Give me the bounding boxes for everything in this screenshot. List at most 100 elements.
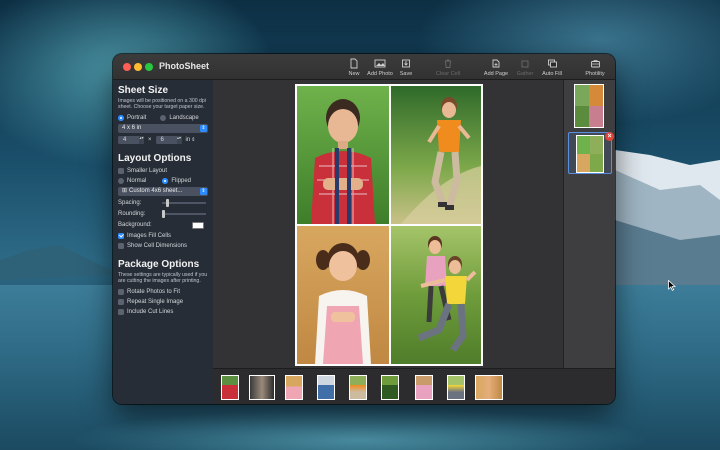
sheet-size-description: Images will be positioned on a 300 dpi s…	[118, 98, 206, 111]
layout-options-heading: Layout Options	[118, 152, 192, 164]
photo-sheet	[295, 84, 483, 366]
background-glow	[0, 400, 720, 450]
grid-icon: ⊞	[122, 187, 128, 194]
tray-photo-1[interactable]	[221, 375, 239, 400]
mouse-pointer-icon	[668, 280, 676, 291]
package-options-description: These settings are typically used if you…	[118, 271, 208, 285]
background-row: Background:	[118, 220, 208, 231]
mini-photo	[575, 106, 589, 127]
smaller-layout-checkbox[interactable]	[118, 167, 124, 174]
add-page-button[interactable]: Add Page	[483, 58, 509, 78]
tray-photo-8[interactable]	[447, 375, 465, 400]
close-window-button[interactable]	[123, 63, 131, 71]
sheet-cell-1[interactable]	[297, 86, 389, 224]
cut-lines-row: Include Cut Lines	[118, 307, 208, 317]
sheet-cell-4[interactable]	[391, 226, 481, 364]
rotate-row: Rotate Photos to Fit	[118, 287, 208, 297]
photo-kids-playing	[391, 226, 481, 364]
add-photo-button[interactable]: Add Photo	[365, 58, 395, 78]
photo-boy-arms-crossed	[297, 86, 389, 224]
tray-photo-3[interactable]	[285, 375, 303, 400]
flipped-radio[interactable]	[162, 177, 169, 184]
tray-photo-9[interactable]	[475, 375, 503, 400]
landscape-label: Landscape	[169, 114, 199, 121]
mini-photo	[590, 154, 603, 172]
rotate-photos-checkbox[interactable]	[118, 288, 124, 295]
package-options-heading: Package Options	[118, 258, 200, 270]
stepper-arrows-icon[interactable]: ▴▾	[139, 136, 144, 145]
app-title: PhotoSheet	[159, 61, 210, 71]
landscape-radio[interactable]	[160, 114, 167, 121]
spacing-row: Spacing:	[118, 198, 208, 209]
tray-photo-2[interactable]	[249, 375, 275, 400]
orientation-row: Portrait Landscape	[118, 113, 208, 123]
spacing-slider[interactable]	[162, 199, 206, 208]
height-stepper[interactable]: 6 ▴▾	[155, 136, 182, 145]
new-button[interactable]: New	[345, 58, 363, 78]
gather-icon	[521, 60, 529, 68]
normal-radio[interactable]	[118, 177, 124, 184]
portrait-label: Portrait	[127, 114, 147, 121]
unit-chevron-icon: ⇕	[191, 137, 196, 144]
mini-photo	[590, 136, 603, 154]
sheet-cell-2[interactable]	[391, 86, 481, 224]
sheet-thumbnail-2[interactable]	[576, 135, 604, 173]
portrait-radio[interactable]	[118, 114, 124, 121]
smaller-layout-row: Smaller Layout	[118, 166, 208, 176]
mini-photo	[589, 85, 603, 106]
sheet-cell-3[interactable]	[297, 226, 389, 364]
save-icon	[402, 59, 410, 68]
photo-girl-pigtails	[297, 226, 389, 364]
auto-fill-icon	[547, 59, 557, 68]
photo-boy-running	[391, 86, 481, 224]
layout-preset-select[interactable]: ⊞ Custom 4x6 sheet... ⇕	[118, 186, 208, 196]
zoom-window-button[interactable]	[145, 63, 153, 71]
sheet-thumbnail-1[interactable]	[574, 84, 604, 128]
spacing-slider-knob[interactable]	[166, 199, 170, 208]
include-cut-lines-checkbox[interactable]	[118, 308, 124, 315]
sheet-canvas	[213, 80, 563, 368]
dimensions-row: 4 ▴▾ × 6 ▴▾ in ⇕	[118, 135, 208, 146]
show-cell-dimensions-checkbox[interactable]	[118, 242, 124, 249]
mini-photo	[589, 106, 603, 127]
mini-photo	[577, 154, 590, 172]
sheet-size-heading: Sheet Size	[118, 85, 169, 96]
gather-button[interactable]: Gather	[514, 58, 536, 78]
mini-photo	[577, 136, 590, 154]
settings-sidebar: Sheet Size Images will be positioned on …	[113, 80, 213, 404]
photility-button[interactable]: Photility	[583, 58, 607, 78]
tray-photo-4[interactable]	[317, 375, 335, 400]
save-button[interactable]: Save	[397, 58, 415, 78]
rounding-slider[interactable]	[162, 210, 206, 219]
title-bar: PhotoSheet New Add Photo Save Clear Cell…	[113, 54, 615, 80]
images-fill-cells-checkbox[interactable]	[118, 232, 124, 239]
chevron-updown-icon: ⇕	[200, 187, 207, 195]
delete-sheet-icon[interactable]: ×	[605, 132, 614, 141]
times-label: ×	[148, 137, 152, 144]
paper-size-select[interactable]: 4 x 6 in ⇕	[118, 123, 208, 133]
background-color-well[interactable]	[192, 221, 204, 229]
auto-fill-button[interactable]: Auto Fill	[539, 58, 565, 78]
minimize-window-button[interactable]	[134, 63, 142, 71]
flip-row: Normal Flipped	[118, 176, 208, 186]
unit-select[interactable]: in	[186, 137, 191, 143]
add-page-icon	[492, 59, 500, 68]
briefcase-icon	[590, 60, 600, 68]
trash-icon	[445, 59, 451, 68]
rounding-row: Rounding:	[118, 209, 208, 220]
show-cell-dimensions-row: Show Cell Dimensions	[118, 241, 208, 251]
stepper-arrows-icon[interactable]: ▴▾	[176, 136, 182, 145]
rounding-slider-knob[interactable]	[162, 210, 165, 219]
width-stepper[interactable]: 4 ▴▾	[118, 136, 144, 145]
repeat-single-image-checkbox[interactable]	[118, 298, 124, 305]
sheets-panel: ×	[563, 80, 615, 368]
tray-photo-5[interactable]	[349, 375, 367, 400]
new-document-icon	[350, 58, 358, 69]
photo-tray	[213, 368, 615, 404]
mini-photo	[575, 85, 589, 106]
photo-icon	[374, 59, 386, 68]
tray-photo-6[interactable]	[381, 375, 399, 400]
tray-photo-7[interactable]	[415, 375, 433, 400]
images-fill-cells-row: Images Fill Cells	[118, 231, 208, 241]
clear-cell-button[interactable]: Clear Cell	[435, 58, 461, 78]
